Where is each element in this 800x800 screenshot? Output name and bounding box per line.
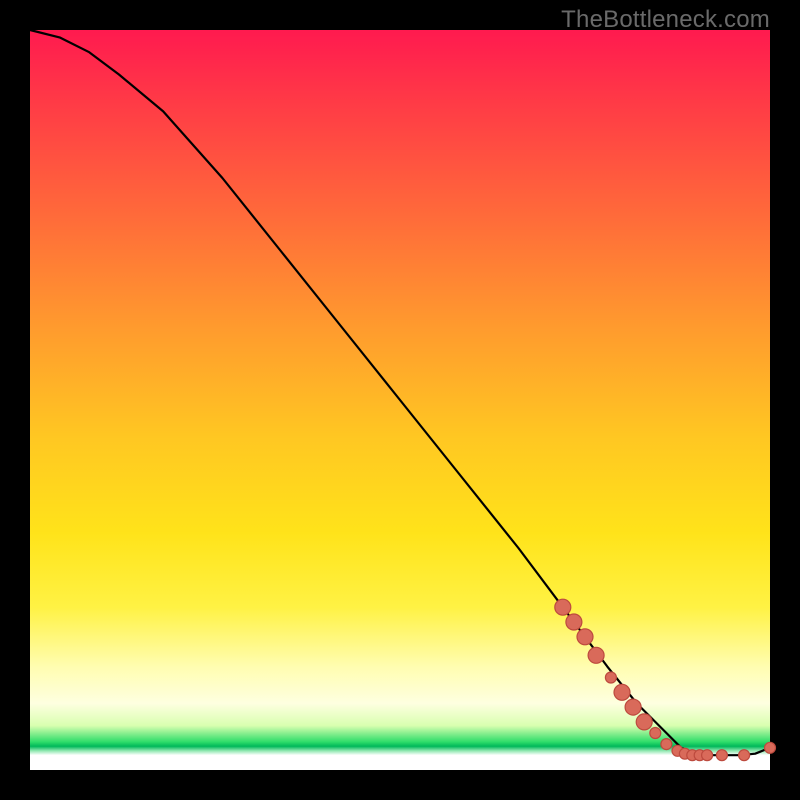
data-dot <box>566 614 582 630</box>
chart-frame: TheBottleneck.com <box>0 0 800 800</box>
data-dot <box>650 728 661 739</box>
data-dot <box>605 672 616 683</box>
plot-area <box>30 30 770 770</box>
watermark-text: TheBottleneck.com <box>561 6 770 34</box>
data-dot <box>739 750 750 761</box>
data-dot <box>765 742 776 753</box>
data-dot <box>636 714 652 730</box>
data-dot <box>702 750 713 761</box>
data-dot <box>716 750 727 761</box>
chart-svg <box>30 30 770 770</box>
curve-path <box>30 30 770 755</box>
dots-group <box>555 599 776 761</box>
data-dot <box>625 699 641 715</box>
data-dot <box>577 629 593 645</box>
data-dot <box>588 647 604 663</box>
data-dot <box>555 599 571 615</box>
data-dot <box>614 684 630 700</box>
data-dot <box>661 739 672 750</box>
